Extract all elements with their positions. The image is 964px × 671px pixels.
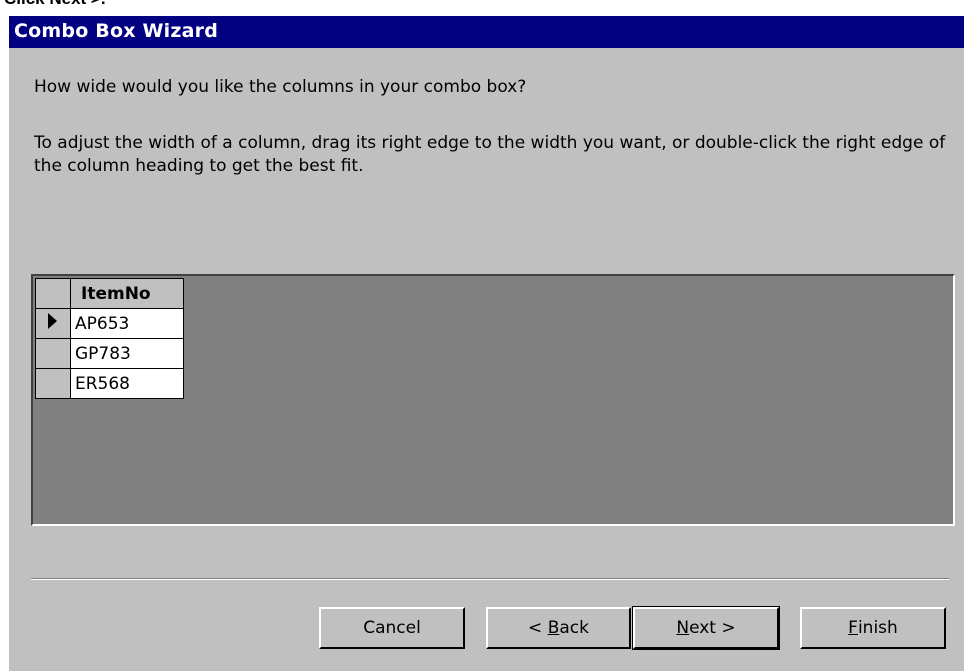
table-row: AP653 bbox=[35, 308, 184, 339]
next-button-mnemonic: N bbox=[676, 618, 690, 638]
button-separator bbox=[31, 578, 949, 580]
title-bar[interactable]: Combo Box Wizard bbox=[9, 16, 964, 48]
column-width-preview: ItemNo AP653 GP783 ER568 bbox=[31, 274, 955, 526]
grid-header-row: ItemNo bbox=[35, 278, 184, 309]
next-button[interactable]: Next > bbox=[632, 606, 780, 650]
finish-button[interactable]: Finish bbox=[800, 607, 946, 649]
table-row: GP783 bbox=[35, 338, 184, 369]
grid-corner[interactable] bbox=[35, 278, 71, 309]
back-button-rest: ack bbox=[559, 618, 589, 638]
wizard-instructions: To adjust the width of a column, drag it… bbox=[34, 133, 946, 176]
wizard-prompt: How wide would you like the columns in y… bbox=[34, 77, 527, 97]
window-title: Combo Box Wizard bbox=[14, 20, 218, 42]
finish-button-mnemonic: F bbox=[848, 618, 858, 638]
row-selector[interactable] bbox=[35, 368, 71, 399]
finish-button-rest: inish bbox=[857, 618, 898, 638]
back-button-mnemonic: B bbox=[547, 618, 560, 638]
back-button[interactable]: < Back bbox=[486, 607, 631, 649]
next-button-rest: ext > bbox=[689, 618, 736, 638]
cancel-button-label: Cancel bbox=[363, 618, 421, 638]
column-header-itemno[interactable]: ItemNo bbox=[70, 278, 184, 309]
back-button-prefix: < bbox=[528, 618, 548, 638]
table-row: ER568 bbox=[35, 368, 184, 399]
record-arrow-icon bbox=[48, 313, 57, 329]
cancel-button[interactable]: Cancel bbox=[319, 607, 465, 649]
top-caption: Click Next >. bbox=[4, 0, 106, 9]
grid-cell[interactable]: AP653 bbox=[70, 308, 184, 339]
row-selector[interactable] bbox=[35, 338, 71, 369]
grid-cell[interactable]: ER568 bbox=[70, 368, 184, 399]
row-selector[interactable] bbox=[35, 308, 71, 339]
column-grid: ItemNo AP653 GP783 ER568 bbox=[35, 278, 184, 399]
combo-box-wizard-dialog: Combo Box Wizard How wide would you like… bbox=[9, 16, 964, 671]
grid-cell[interactable]: GP783 bbox=[70, 338, 184, 369]
